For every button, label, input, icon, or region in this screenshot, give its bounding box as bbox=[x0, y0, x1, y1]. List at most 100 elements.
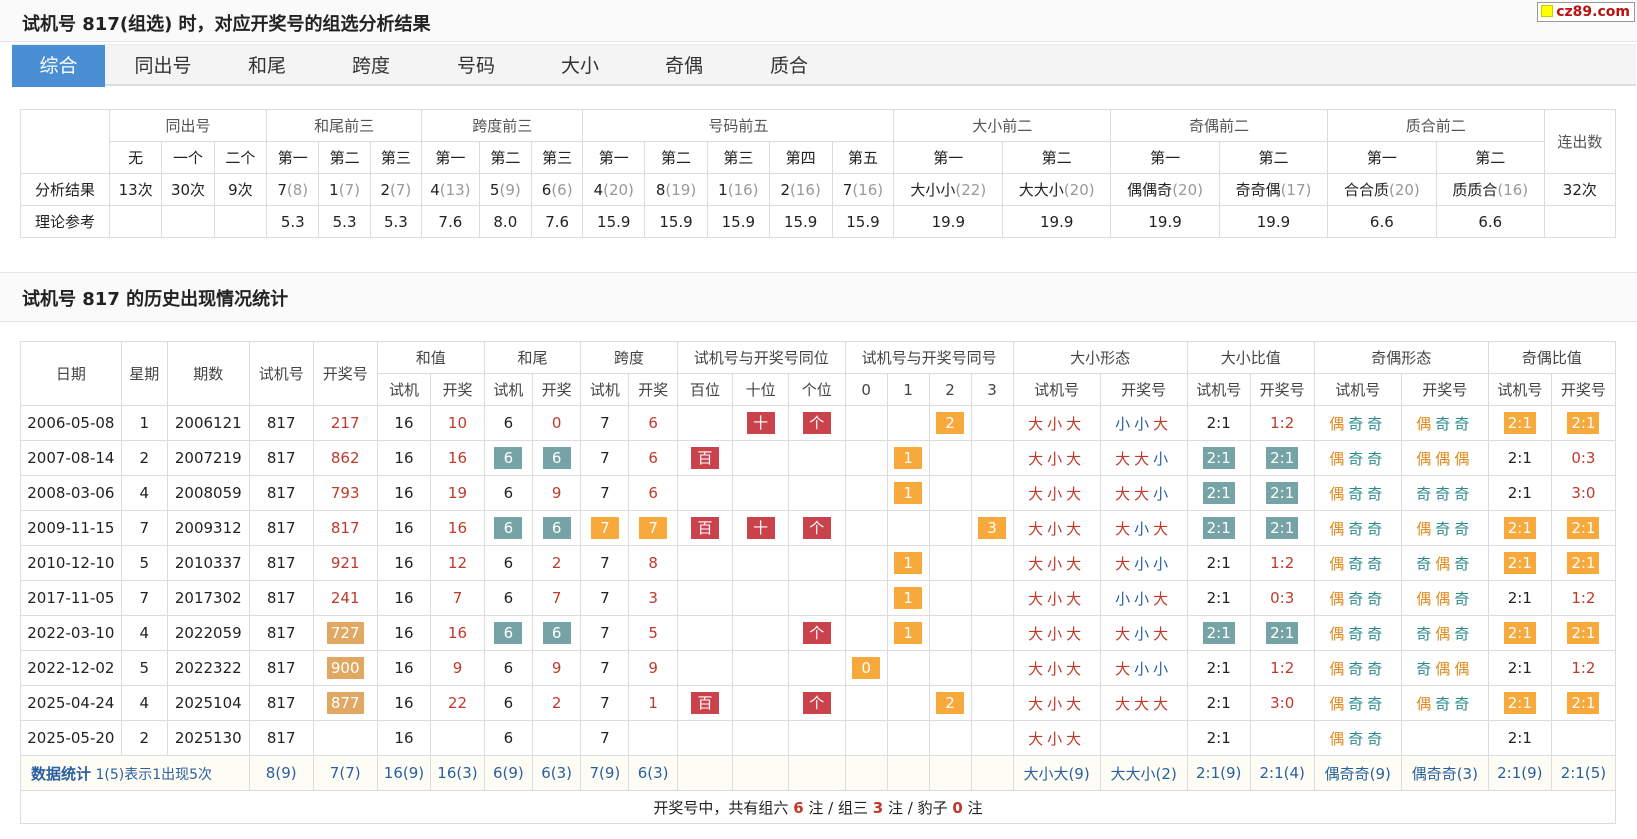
result-value: 9次 bbox=[228, 181, 253, 199]
sub-header: 第三 bbox=[706, 141, 770, 174]
result-value: 4 bbox=[430, 180, 440, 199]
stats-cell: 6(9) bbox=[483, 755, 533, 791]
digit-badge: 1 bbox=[894, 482, 923, 504]
tab-hewei[interactable]: 和尾 bbox=[217, 45, 317, 87]
reference-cell: 5.3 bbox=[369, 205, 423, 238]
date-cell: 2008-03-06 bbox=[20, 475, 122, 511]
result-cell: 大小小(22) bbox=[893, 173, 1004, 206]
tail-span-cell: 6 bbox=[483, 615, 533, 651]
same-digit-cell bbox=[928, 545, 972, 581]
size-pattern-draw: 大大小 bbox=[1099, 475, 1188, 511]
draw-number-cell: 793 bbox=[312, 475, 378, 511]
column-subheader: 试机 bbox=[376, 373, 432, 406]
parity-char: 偶 bbox=[1454, 659, 1474, 678]
sub-header: 第二 bbox=[1002, 141, 1112, 174]
trial-number-cell: 817 bbox=[248, 720, 314, 756]
result-count: (6) bbox=[551, 180, 573, 199]
size-pattern-trial: 大小大 bbox=[1012, 615, 1101, 651]
result-value: 2 bbox=[780, 180, 791, 199]
tab-daxiao[interactable]: 大小 bbox=[530, 45, 630, 87]
weekday-cell: 2 bbox=[120, 440, 168, 476]
tab-tongchuhao[interactable]: 同出号 bbox=[113, 45, 213, 87]
sum-draw-cell: 19 bbox=[430, 475, 485, 511]
result-cell: 8(19) bbox=[644, 173, 708, 206]
parity-pattern-cell: 奇偶奇 bbox=[1400, 615, 1489, 651]
result-count: (13) bbox=[439, 180, 471, 199]
parity-char: 奇 bbox=[1454, 519, 1474, 538]
parity-char: 奇 bbox=[1435, 694, 1455, 713]
stats-cell bbox=[970, 755, 1014, 791]
tail-span-cell: 7 bbox=[628, 510, 678, 546]
size-char: 小 bbox=[1134, 554, 1154, 573]
result-cell: 5(9) bbox=[478, 173, 533, 206]
same-digit-cell bbox=[928, 650, 972, 686]
same-position-cell: 十 bbox=[732, 510, 789, 546]
parity-ratio-cell: 2:1 bbox=[1487, 545, 1552, 581]
sub-header: 第二 bbox=[1219, 141, 1328, 174]
sum-draw-cell: 22 bbox=[430, 685, 485, 721]
position-badge: 个 bbox=[802, 412, 831, 434]
group-header: 跨度前三 bbox=[421, 109, 584, 142]
summary-text: 开奖号中，共有组六 bbox=[653, 798, 794, 817]
tab-jiou[interactable]: 奇偶 bbox=[634, 45, 734, 87]
sub-header: 第五 bbox=[831, 141, 895, 174]
column-header: 大小形态 bbox=[1012, 341, 1188, 374]
reference-cell bbox=[213, 205, 268, 238]
tab-zhihe[interactable]: 质合 bbox=[739, 45, 839, 87]
parity-ratio-cell: 1:2 bbox=[1550, 580, 1617, 616]
site-logo[interactable]: cz89.com bbox=[1537, 2, 1635, 22]
same-digit-cell bbox=[928, 440, 972, 476]
parity-char: 奇 bbox=[1367, 624, 1387, 643]
corner-cell bbox=[20, 109, 110, 174]
tab-haoma[interactable]: 号码 bbox=[426, 45, 526, 87]
size-pattern-draw: 大小大 bbox=[1099, 510, 1188, 546]
size-char: 小 bbox=[1134, 659, 1154, 678]
parity-pattern-cell: 偶奇奇 bbox=[1313, 440, 1402, 476]
parity-ratio-cell: 2:1 bbox=[1487, 685, 1552, 721]
result-count: (9) bbox=[499, 180, 521, 199]
draw-number-cell: 241 bbox=[312, 580, 378, 616]
size-char: 大 bbox=[1134, 484, 1154, 503]
weekday-cell: 7 bbox=[120, 580, 168, 616]
column-header: 期数 bbox=[166, 341, 250, 406]
reference-cell: 19.9 bbox=[893, 205, 1004, 238]
size-char: 小 bbox=[1134, 624, 1154, 643]
tail-span-cell bbox=[628, 720, 678, 756]
parity-char: 奇 bbox=[1367, 449, 1387, 468]
column-header: 大小比值 bbox=[1186, 341, 1315, 374]
same-digit-cell bbox=[970, 475, 1014, 511]
draw-number-cell: 862 bbox=[312, 440, 378, 476]
badge: 2:1 bbox=[1503, 692, 1536, 714]
column-subheader: 0 bbox=[844, 373, 888, 406]
result-count: (17) bbox=[1280, 181, 1312, 199]
tail-span-cell: 7 bbox=[580, 650, 630, 686]
same-digit-cell bbox=[928, 720, 972, 756]
result-cell: 6(6) bbox=[530, 173, 584, 206]
parity-ratio-cell: 2:1 bbox=[1550, 685, 1617, 721]
parity-char: 奇 bbox=[1348, 729, 1368, 748]
size-pattern-trial: 大小大 bbox=[1012, 650, 1101, 686]
parity-char: 偶 bbox=[1435, 554, 1455, 573]
size-ratio-cell: 2:1 bbox=[1249, 475, 1315, 511]
tab-kuadu[interactable]: 跨度 bbox=[321, 45, 421, 87]
sub-header: 第二 bbox=[318, 141, 371, 174]
parity-pattern-cell: 偶奇奇 bbox=[1400, 685, 1489, 721]
result-count: (16) bbox=[727, 180, 759, 199]
issue-cell: 2025130 bbox=[166, 720, 250, 756]
parity-ratio-cell: 2:1 bbox=[1550, 405, 1617, 441]
same-digit-cell bbox=[928, 580, 972, 616]
parity-char: 奇 bbox=[1367, 554, 1387, 573]
sum-draw-cell: 16 bbox=[430, 615, 485, 651]
issue-cell: 2006121 bbox=[166, 405, 250, 441]
result-cell: 合合质(20) bbox=[1326, 173, 1437, 206]
size-char: 小 bbox=[1153, 554, 1173, 573]
reference-cell: 19.9 bbox=[1002, 205, 1112, 238]
date-cell: 2010-12-10 bbox=[20, 545, 122, 581]
size-char: 大 bbox=[1115, 554, 1135, 573]
position-badge: 个 bbox=[802, 692, 831, 714]
stats-cell: 16(9) bbox=[376, 755, 432, 791]
sum-trial-cell: 16 bbox=[376, 405, 432, 441]
tab-zonghe[interactable]: 综合 bbox=[12, 45, 105, 87]
same-position-cell bbox=[787, 580, 846, 616]
position-badge: 个 bbox=[802, 622, 831, 644]
